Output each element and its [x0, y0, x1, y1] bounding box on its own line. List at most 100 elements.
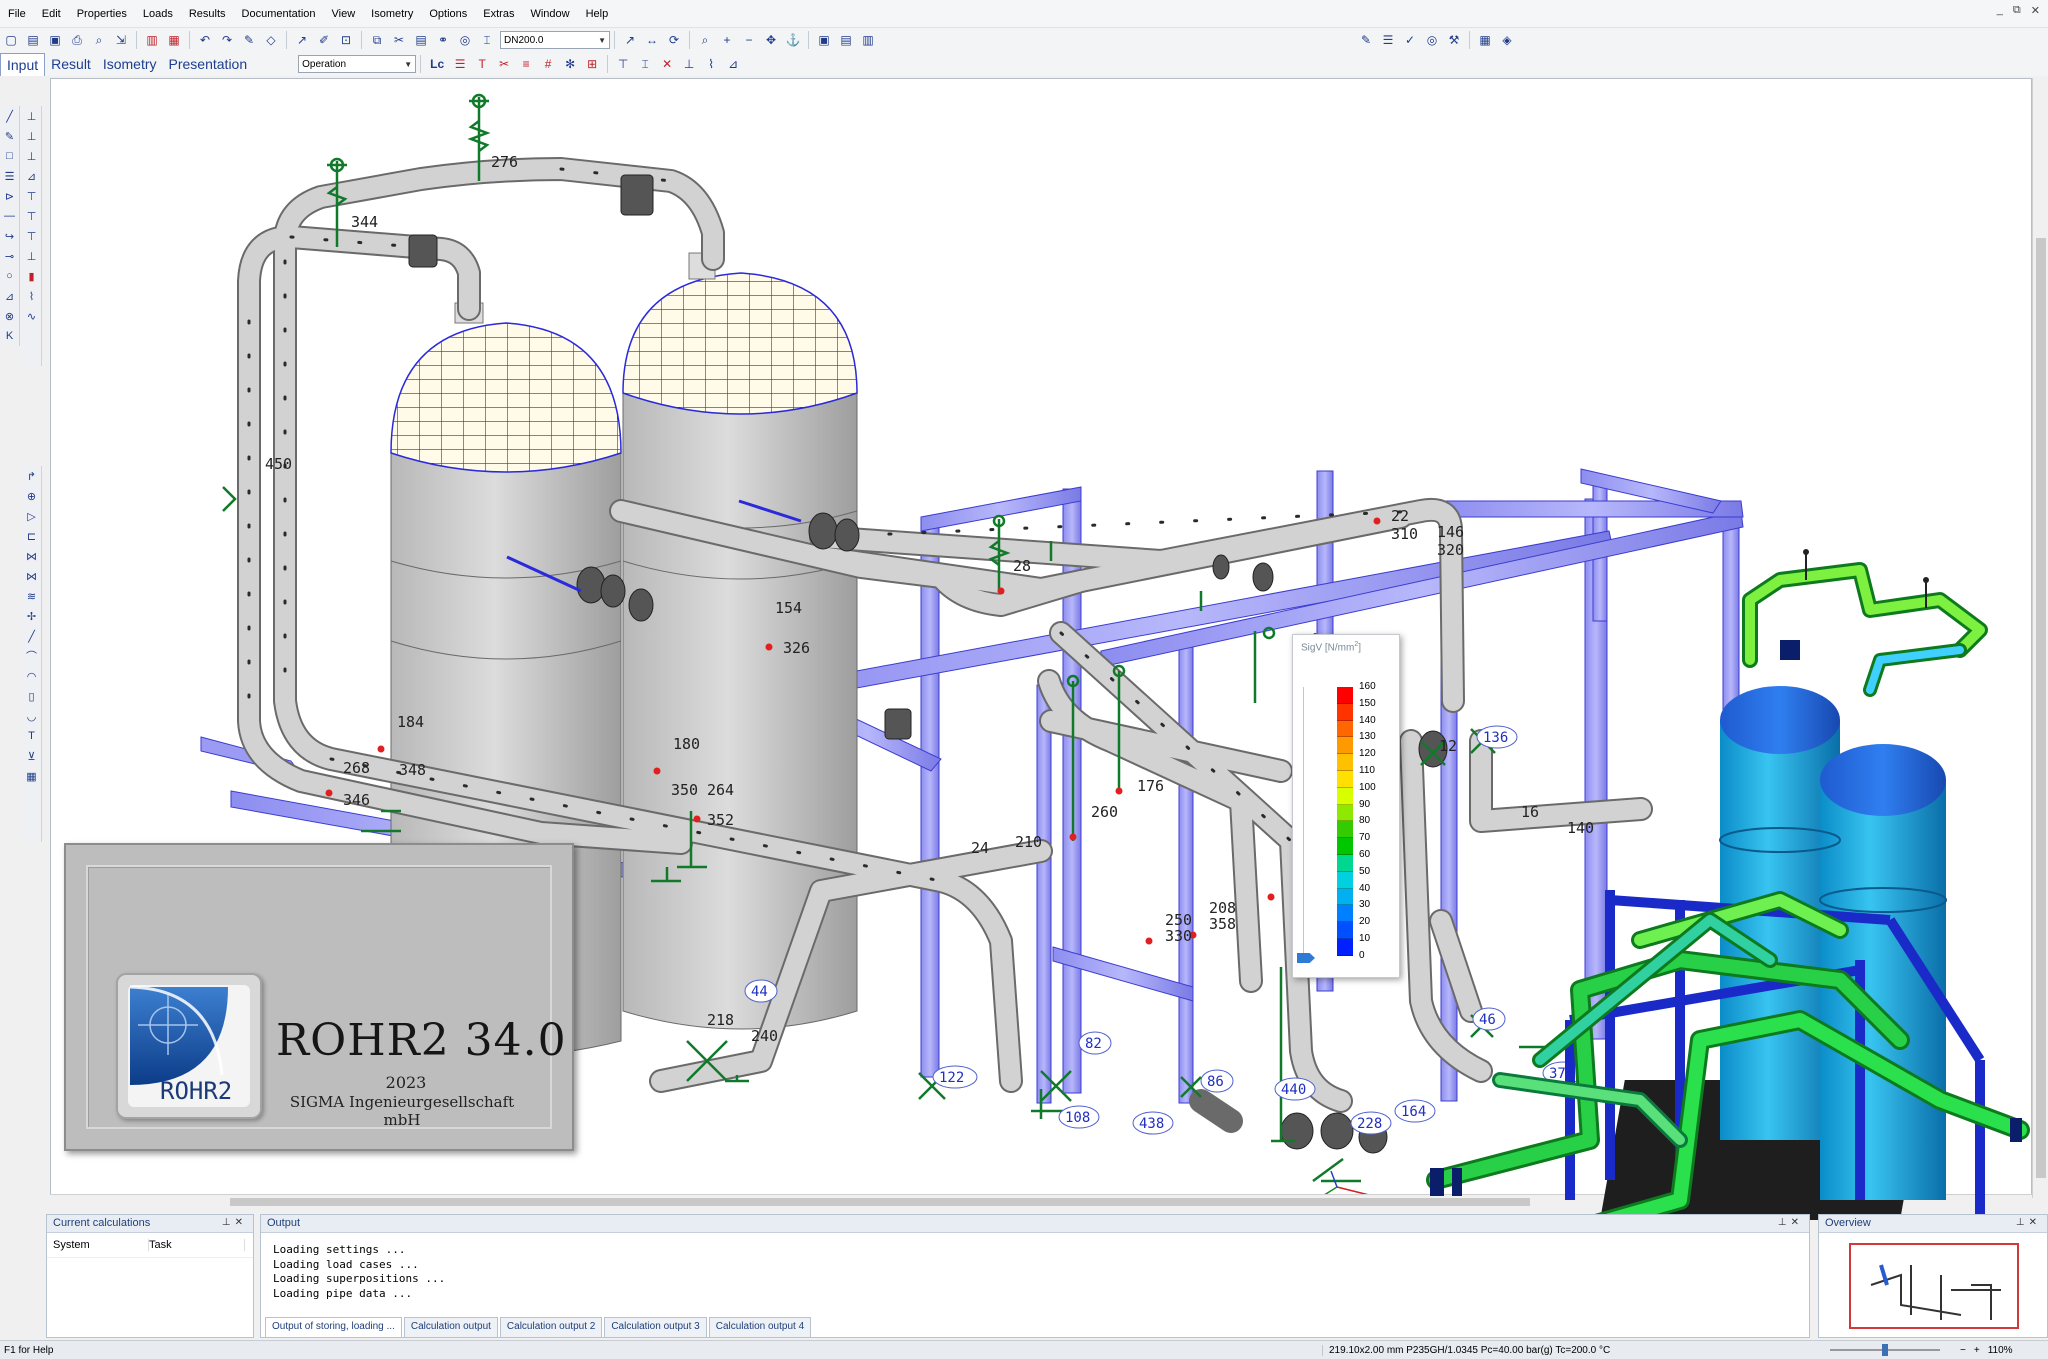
snowflake-icon[interactable]: ✻: [560, 54, 580, 74]
dimension-icon[interactable]: ↔: [642, 30, 662, 50]
menu-properties[interactable]: Properties: [69, 0, 135, 28]
save-as-icon[interactable]: ▦: [164, 30, 184, 50]
tab-input[interactable]: Input: [0, 52, 46, 76]
zoom-out-icon[interactable]: −: [739, 30, 759, 50]
route-icon[interactable]: ↗: [620, 30, 640, 50]
highlight-icon[interactable]: ◈: [1497, 30, 1517, 50]
cap-icon[interactable]: ◠: [23, 667, 41, 685]
open-folder-icon[interactable]: ▤: [23, 30, 43, 50]
menu-help[interactable]: Help: [578, 0, 617, 28]
chart-icon[interactable]: ⊿: [723, 54, 743, 74]
tp-icon[interactable]: T: [472, 54, 492, 74]
scroll-thumb[interactable]: [230, 1198, 1530, 1206]
tab-calculation-output-4[interactable]: Calculation output 4: [708, 1317, 812, 1337]
spring-icon[interactable]: ⌇: [701, 54, 721, 74]
save-icon[interactable]: ▣: [45, 30, 65, 50]
fixpoint-icon[interactable]: ⊥: [679, 54, 699, 74]
support-guide-icon[interactable]: ⊥: [23, 127, 41, 145]
minimize-button[interactable]: _: [1997, 4, 2003, 17]
print-icon[interactable]: ⎙: [67, 30, 87, 50]
support-t-icon[interactable]: ⊤: [613, 54, 633, 74]
menu-results[interactable]: Results: [181, 0, 234, 28]
zoom-slider-knob[interactable]: [1882, 1344, 1888, 1356]
text-icon[interactable]: T: [23, 727, 41, 745]
tab-calculation-output-3[interactable]: Calculation output 3: [604, 1317, 707, 1337]
undo-icon[interactable]: ↶: [195, 30, 215, 50]
new-file-icon[interactable]: ▢: [1, 30, 21, 50]
cross-tool-icon[interactable]: ⊗: [1, 307, 19, 325]
cut-icon[interactable]: ✂: [389, 30, 409, 50]
copy-icon[interactable]: ⧉: [367, 30, 387, 50]
measure-icon[interactable]: ◎: [455, 30, 475, 50]
load-case-combo[interactable]: Operation ▼: [298, 55, 417, 73]
curve-icon[interactable]: ⌒: [23, 647, 41, 665]
edit-pencil-icon[interactable]: ✎: [239, 30, 259, 50]
hash-icon[interactable]: #: [538, 54, 558, 74]
branch-tool-icon[interactable]: ⊸: [1, 247, 19, 265]
mark-icon[interactable]: ⊻: [23, 747, 41, 765]
column-task[interactable]: Task: [149, 1239, 245, 1251]
calculate-icon[interactable]: ▥: [142, 30, 162, 50]
pick-icon[interactable]: ✐: [314, 30, 334, 50]
flange-icon[interactable]: ⊏: [23, 527, 41, 545]
expansion-joint-icon[interactable]: ≋: [23, 587, 41, 605]
rigid-icon[interactable]: ╱: [23, 627, 41, 645]
support-i-icon[interactable]: ⌶: [635, 54, 655, 74]
hanger-rod-icon[interactable]: ⊤: [23, 227, 41, 245]
link-icon[interactable]: ⚭: [433, 30, 453, 50]
menu-extras[interactable]: Extras: [475, 0, 522, 28]
menu-loads[interactable]: Loads: [135, 0, 181, 28]
tab-calculation-output-2[interactable]: Calculation output 2: [499, 1317, 603, 1337]
constant-hanger-icon[interactable]: ▮: [23, 267, 41, 285]
menu-options[interactable]: Options: [421, 0, 475, 28]
overview-thumbnail[interactable]: [1849, 1243, 2019, 1329]
export-icon[interactable]: ⇲: [111, 30, 131, 50]
bend-icon[interactable]: ↱: [23, 467, 41, 485]
support-up-icon[interactable]: ⊥: [23, 107, 41, 125]
reducer-tool-icon[interactable]: ⊿: [1, 287, 19, 305]
eraser-icon[interactable]: ◇: [261, 30, 281, 50]
paste-icon[interactable]: ▤: [411, 30, 431, 50]
tab-calculation-output[interactable]: Calculation output: [403, 1317, 498, 1337]
list-icon[interactable]: ☰: [1378, 30, 1398, 50]
panel-controls[interactable]: ⊥✕: [222, 1217, 247, 1230]
nominal-diameter-combo[interactable]: DN200.0 ▼: [500, 31, 610, 49]
column-system[interactable]: System: [53, 1239, 149, 1251]
tab-output-storing[interactable]: Output of storing, loading ...: [265, 1317, 402, 1337]
hanger-spring-icon[interactable]: ⊤: [23, 207, 41, 225]
zoom-in-button[interactable]: +: [1974, 1345, 1980, 1356]
window-split-icon[interactable]: ▥: [858, 30, 878, 50]
redo-icon[interactable]: ↷: [217, 30, 237, 50]
tee-icon[interactable]: ⊕: [23, 487, 41, 505]
ring-icon[interactable]: ◎: [1422, 30, 1442, 50]
line-tool-icon[interactable]: ―: [1, 207, 19, 225]
close-button[interactable]: ✕: [2031, 4, 2040, 17]
pipe-tool-icon[interactable]: ╱: [1, 107, 19, 125]
menu-view[interactable]: View: [324, 0, 364, 28]
pan-icon[interactable]: ✥: [761, 30, 781, 50]
snubber-icon[interactable]: ⊥: [23, 247, 41, 265]
wave-icon[interactable]: ∿: [23, 307, 41, 325]
box-tool-icon[interactable]: □: [1, 147, 19, 165]
print-preview-icon[interactable]: ⌕: [89, 30, 109, 50]
anchor-icon[interactable]: ⚓: [783, 30, 803, 50]
edit-tool-icon[interactable]: ✎: [1, 127, 19, 145]
damper-icon[interactable]: ⌇: [23, 287, 41, 305]
brush-icon[interactable]: ⚒: [1444, 30, 1464, 50]
menu-isometry[interactable]: Isometry: [363, 0, 421, 28]
window-tile-icon[interactable]: ▣: [814, 30, 834, 50]
support-cross-icon[interactable]: ✕: [657, 54, 677, 74]
panel-controls[interactable]: ⊥✕: [2016, 1217, 2041, 1230]
valve-tool-icon[interactable]: ⊳: [1, 187, 19, 205]
reducer-icon[interactable]: ▷: [23, 507, 41, 525]
zoom-out-button[interactable]: −: [1960, 1345, 1966, 1356]
bend-tool-icon[interactable]: ↪: [1, 227, 19, 245]
ruler-icon[interactable]: ≡: [516, 54, 536, 74]
k-tool-icon[interactable]: K: [1, 327, 19, 345]
cross-joint-icon[interactable]: ✢: [23, 607, 41, 625]
tool-pen-icon[interactable]: ✎: [1356, 30, 1376, 50]
menu-edit[interactable]: Edit: [34, 0, 69, 28]
valve-2-icon[interactable]: ⋈: [23, 567, 41, 585]
stack-tool-icon[interactable]: ☰: [1, 167, 19, 185]
zoom-in-icon[interactable]: +: [717, 30, 737, 50]
